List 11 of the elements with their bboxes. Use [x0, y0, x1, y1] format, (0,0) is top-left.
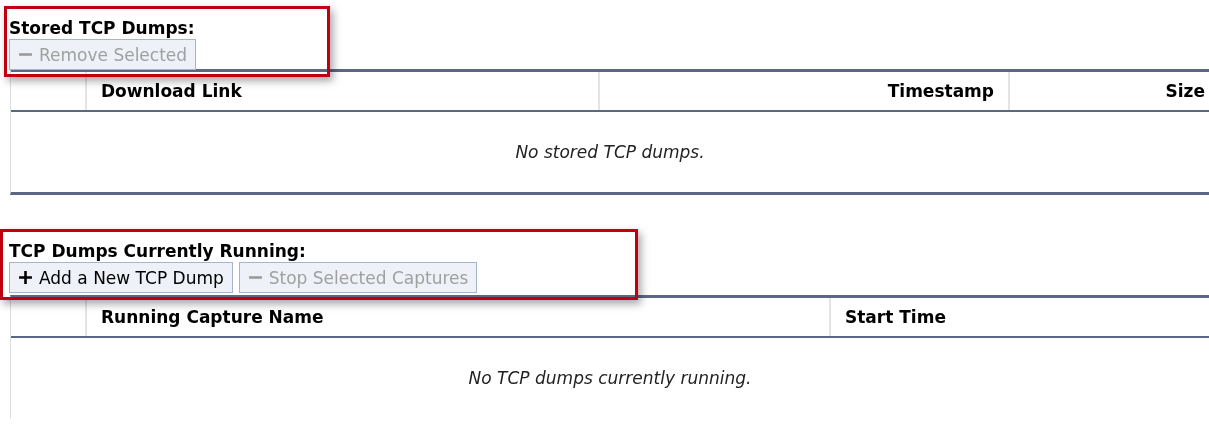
column-header: Start Time [844, 306, 947, 329]
empty-message: No stored TCP dumps. [515, 142, 705, 162]
column-header: Download Link [87, 72, 600, 110]
empty-message: No TCP dumps currently running. [468, 368, 752, 388]
section-title: Stored TCP Dumps: [9, 17, 196, 39]
section-title: TCP Dumps Currently Running: [9, 240, 307, 262]
column-header: Running Capture Name [87, 298, 831, 336]
plus-icon [18, 270, 33, 285]
column-header: Timestamp [600, 72, 1010, 110]
column-header: Size [1164, 80, 1206, 103]
add-button[interactable]: Add a New TCP Dump [9, 262, 233, 293]
